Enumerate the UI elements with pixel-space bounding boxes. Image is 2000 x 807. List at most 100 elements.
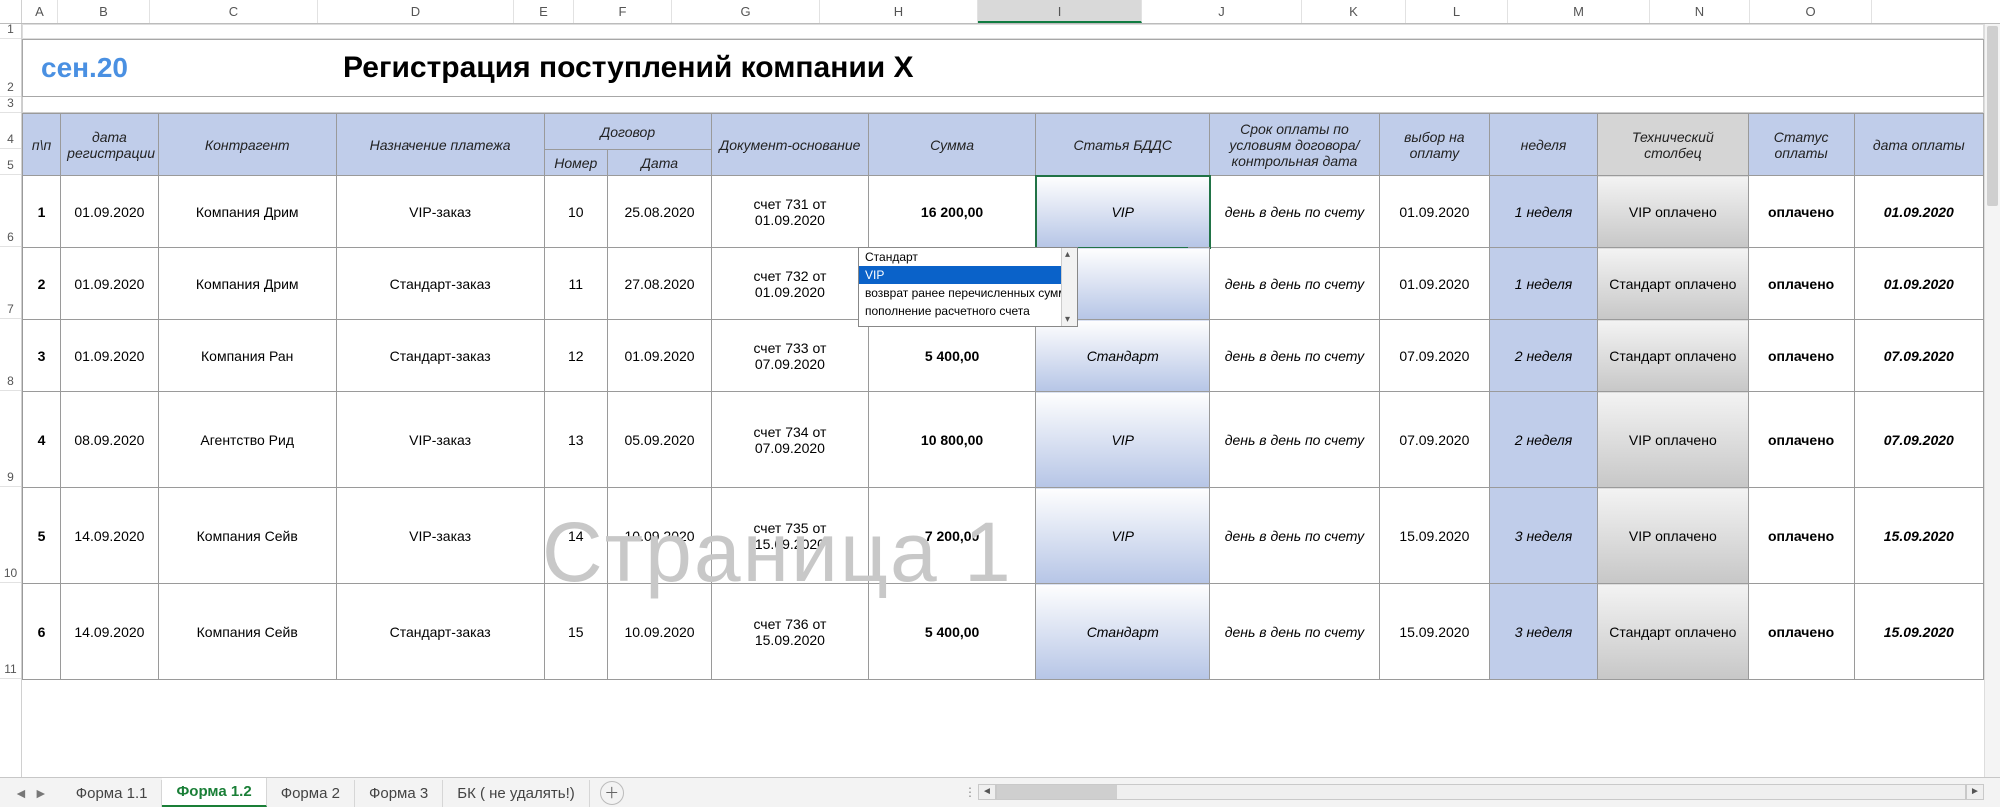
cell-reg-date[interactable]: 14.09.2020 [61, 488, 159, 584]
cell-status[interactable]: оплачено [1748, 320, 1854, 392]
sheet-tab[interactable]: Форма 1.1 [62, 780, 163, 807]
cell-week[interactable]: 1 неделя [1489, 248, 1597, 320]
cell-pay-date[interactable]: 15.09.2020 [1854, 488, 1983, 584]
cell-week[interactable]: 3 неделя [1489, 584, 1597, 680]
cell-term[interactable]: день в день по счету [1210, 320, 1380, 392]
add-sheet-button[interactable]: ＋ [600, 781, 624, 805]
cell-bdds[interactable]: VIP [1036, 176, 1210, 248]
table-row[interactable]: 3 01.09.2020 Компания РанСтандарт-заказ12 0… [23, 320, 1984, 392]
sheet-tab[interactable]: Форма 3 [355, 780, 443, 807]
col-letter-active[interactable]: I [978, 0, 1142, 23]
row-number[interactable]: 7 [0, 247, 21, 319]
tab-prev-icon[interactable]: ◄ [14, 785, 28, 801]
cell-choose-pay[interactable]: 07.09.2020 [1379, 392, 1489, 488]
col-letter[interactable]: A [22, 0, 58, 23]
cell-pp[interactable]: 5 [23, 488, 61, 584]
col-letter[interactable]: N [1650, 0, 1750, 23]
cell-status[interactable]: оплачено [1748, 584, 1854, 680]
cell-status[interactable]: оплачено [1748, 392, 1854, 488]
vertical-scroll-thumb[interactable] [1987, 26, 1998, 206]
cell-pay-date[interactable]: 15.09.2020 [1854, 584, 1983, 680]
sheet-tab[interactable]: Форма 1.2 [162, 778, 266, 807]
cell-status[interactable]: оплачено [1748, 176, 1854, 248]
col-letter[interactable]: J [1142, 0, 1302, 23]
cell-counterparty[interactable]: Компания Сейв [158, 488, 336, 584]
cell-contract-no[interactable]: 13 [544, 392, 608, 488]
row-number[interactable]: 8 [0, 319, 21, 391]
cell-term[interactable]: день в день по счету [1210, 248, 1380, 320]
cell-choose-pay[interactable]: 01.09.2020 [1379, 248, 1489, 320]
cell-tech[interactable]: Стандарт оплачено [1598, 248, 1749, 320]
cell-purpose[interactable]: Стандарт-заказ [336, 320, 544, 392]
cell-tech[interactable]: Стандарт оплачено [1598, 320, 1749, 392]
cell-choose-pay[interactable]: 07.09.2020 [1379, 320, 1489, 392]
cell-counterparty[interactable]: Компания Ран [158, 320, 336, 392]
cell-sum[interactable]: 5 400,00 [868, 584, 1035, 680]
worksheet[interactable]: сен.20 Регистрация поступлений компании … [22, 24, 1984, 777]
row-number[interactable]: 2 [0, 39, 21, 97]
dropdown-option[interactable]: Стандарт [859, 248, 1077, 266]
cell-contract-no[interactable]: 10 [544, 176, 608, 248]
cell-purpose[interactable]: VIP-заказ [336, 488, 544, 584]
table-row[interactable]: 514.09.2020Компания СейвVIP-заказ1410.09… [23, 488, 1984, 584]
cell-bdds[interactable]: VIP [1036, 392, 1210, 488]
col-letter[interactable]: G [672, 0, 820, 23]
cell-basis-doc[interactable]: счет 735 от 15.09.2020 [711, 488, 868, 584]
cell-contract-date[interactable]: 10.09.2020 [608, 584, 712, 680]
cell-counterparty[interactable]: Компания Сейв [158, 584, 336, 680]
cell-term[interactable]: день в день по счету [1210, 176, 1380, 248]
cell-basis-doc[interactable]: счет 734 от 07.09.2020 [711, 392, 868, 488]
cell-choose-pay[interactable]: 01.09.2020 [1379, 176, 1489, 248]
row-number[interactable]: 9 [0, 391, 21, 487]
cell-sum[interactable]: 16 200,00 [868, 176, 1035, 248]
cell-week[interactable]: 2 неделя [1489, 392, 1597, 488]
col-letter[interactable]: O [1750, 0, 1872, 23]
col-letter[interactable]: F [574, 0, 672, 23]
dropdown-scrollbar[interactable] [1061, 248, 1077, 326]
col-letter[interactable]: M [1508, 0, 1650, 23]
cell-reg-date[interactable]: 01.09.2020 [61, 248, 159, 320]
tab-next-icon[interactable]: ► [34, 785, 48, 801]
tab-nav-arrows[interactable]: ◄ ► [0, 785, 62, 801]
sheet-tab[interactable]: БК ( не удалять!) [443, 780, 590, 807]
row-number[interactable]: 6 [0, 175, 21, 247]
horizontal-scrollbar[interactable]: ⋮ ◄ ► [960, 783, 1984, 801]
cell-basis-doc[interactable]: счет 731 от 01.09.2020 [711, 176, 868, 248]
table-row[interactable]: 614.09.2020Компания СейвСтандарт-заказ15… [23, 584, 1984, 680]
cell-term[interactable]: день в день по счету [1210, 488, 1380, 584]
row-number[interactable]: 11 [0, 583, 21, 679]
cell-contract-date[interactable]: 05.09.2020 [608, 392, 712, 488]
col-letter[interactable]: D [318, 0, 514, 23]
dropdown-option[interactable]: пополнение расчетного счета [859, 302, 1077, 320]
cell-status[interactable]: оплачено [1748, 488, 1854, 584]
cell-contract-no[interactable]: 12 [544, 320, 608, 392]
cell-purpose[interactable]: VIP-заказ [336, 392, 544, 488]
cell-bdds[interactable]: Стандарт [1036, 584, 1210, 680]
sheet-tab[interactable]: Форма 2 [267, 780, 355, 807]
cell-contract-date[interactable]: 01.09.2020 [608, 320, 712, 392]
cell-reg-date[interactable]: 14.09.2020 [61, 584, 159, 680]
cell-pp[interactable]: 3 [23, 320, 61, 392]
table-row[interactable]: 101.09.2020Компания ДримVIP-заказ1025.08… [23, 176, 1984, 248]
cell-pay-date[interactable]: 07.09.2020 [1854, 392, 1983, 488]
cell-purpose[interactable]: Стандарт-заказ [336, 248, 544, 320]
cell-pay-date[interactable]: 01.09.2020 [1854, 176, 1983, 248]
cell-tech[interactable]: Стандарт оплачено [1598, 584, 1749, 680]
cell-pp[interactable]: 4 [23, 392, 61, 488]
cell-basis-doc[interactable]: счет 732 от 01.09.2020 [711, 248, 868, 320]
cell-sum[interactable]: 7 200,00 [868, 488, 1035, 584]
cell-choose-pay[interactable]: 15.09.2020 [1379, 488, 1489, 584]
cell-sum[interactable]: 5 400,00 [868, 320, 1035, 392]
cell-sum[interactable]: 10 800,00 [868, 392, 1035, 488]
cell-status[interactable]: оплачено [1748, 248, 1854, 320]
cell-purpose[interactable]: Стандарт-заказ [336, 584, 544, 680]
cell-basis-doc[interactable]: счет 733 от 07.09.2020 [711, 320, 868, 392]
cell-basis-doc[interactable]: счет 736 от 15.09.2020 [711, 584, 868, 680]
cell-contract-date[interactable]: 25.08.2020 [608, 176, 712, 248]
col-letter[interactable]: H [820, 0, 978, 23]
cell-counterparty[interactable]: Агентство Рид [158, 392, 336, 488]
cell-contract-date[interactable]: 27.08.2020 [608, 248, 712, 320]
row-number[interactable]: 4 [0, 113, 21, 149]
vertical-scrollbar[interactable] [1984, 24, 2000, 777]
cell-bdds[interactable]: VIP [1036, 488, 1210, 584]
